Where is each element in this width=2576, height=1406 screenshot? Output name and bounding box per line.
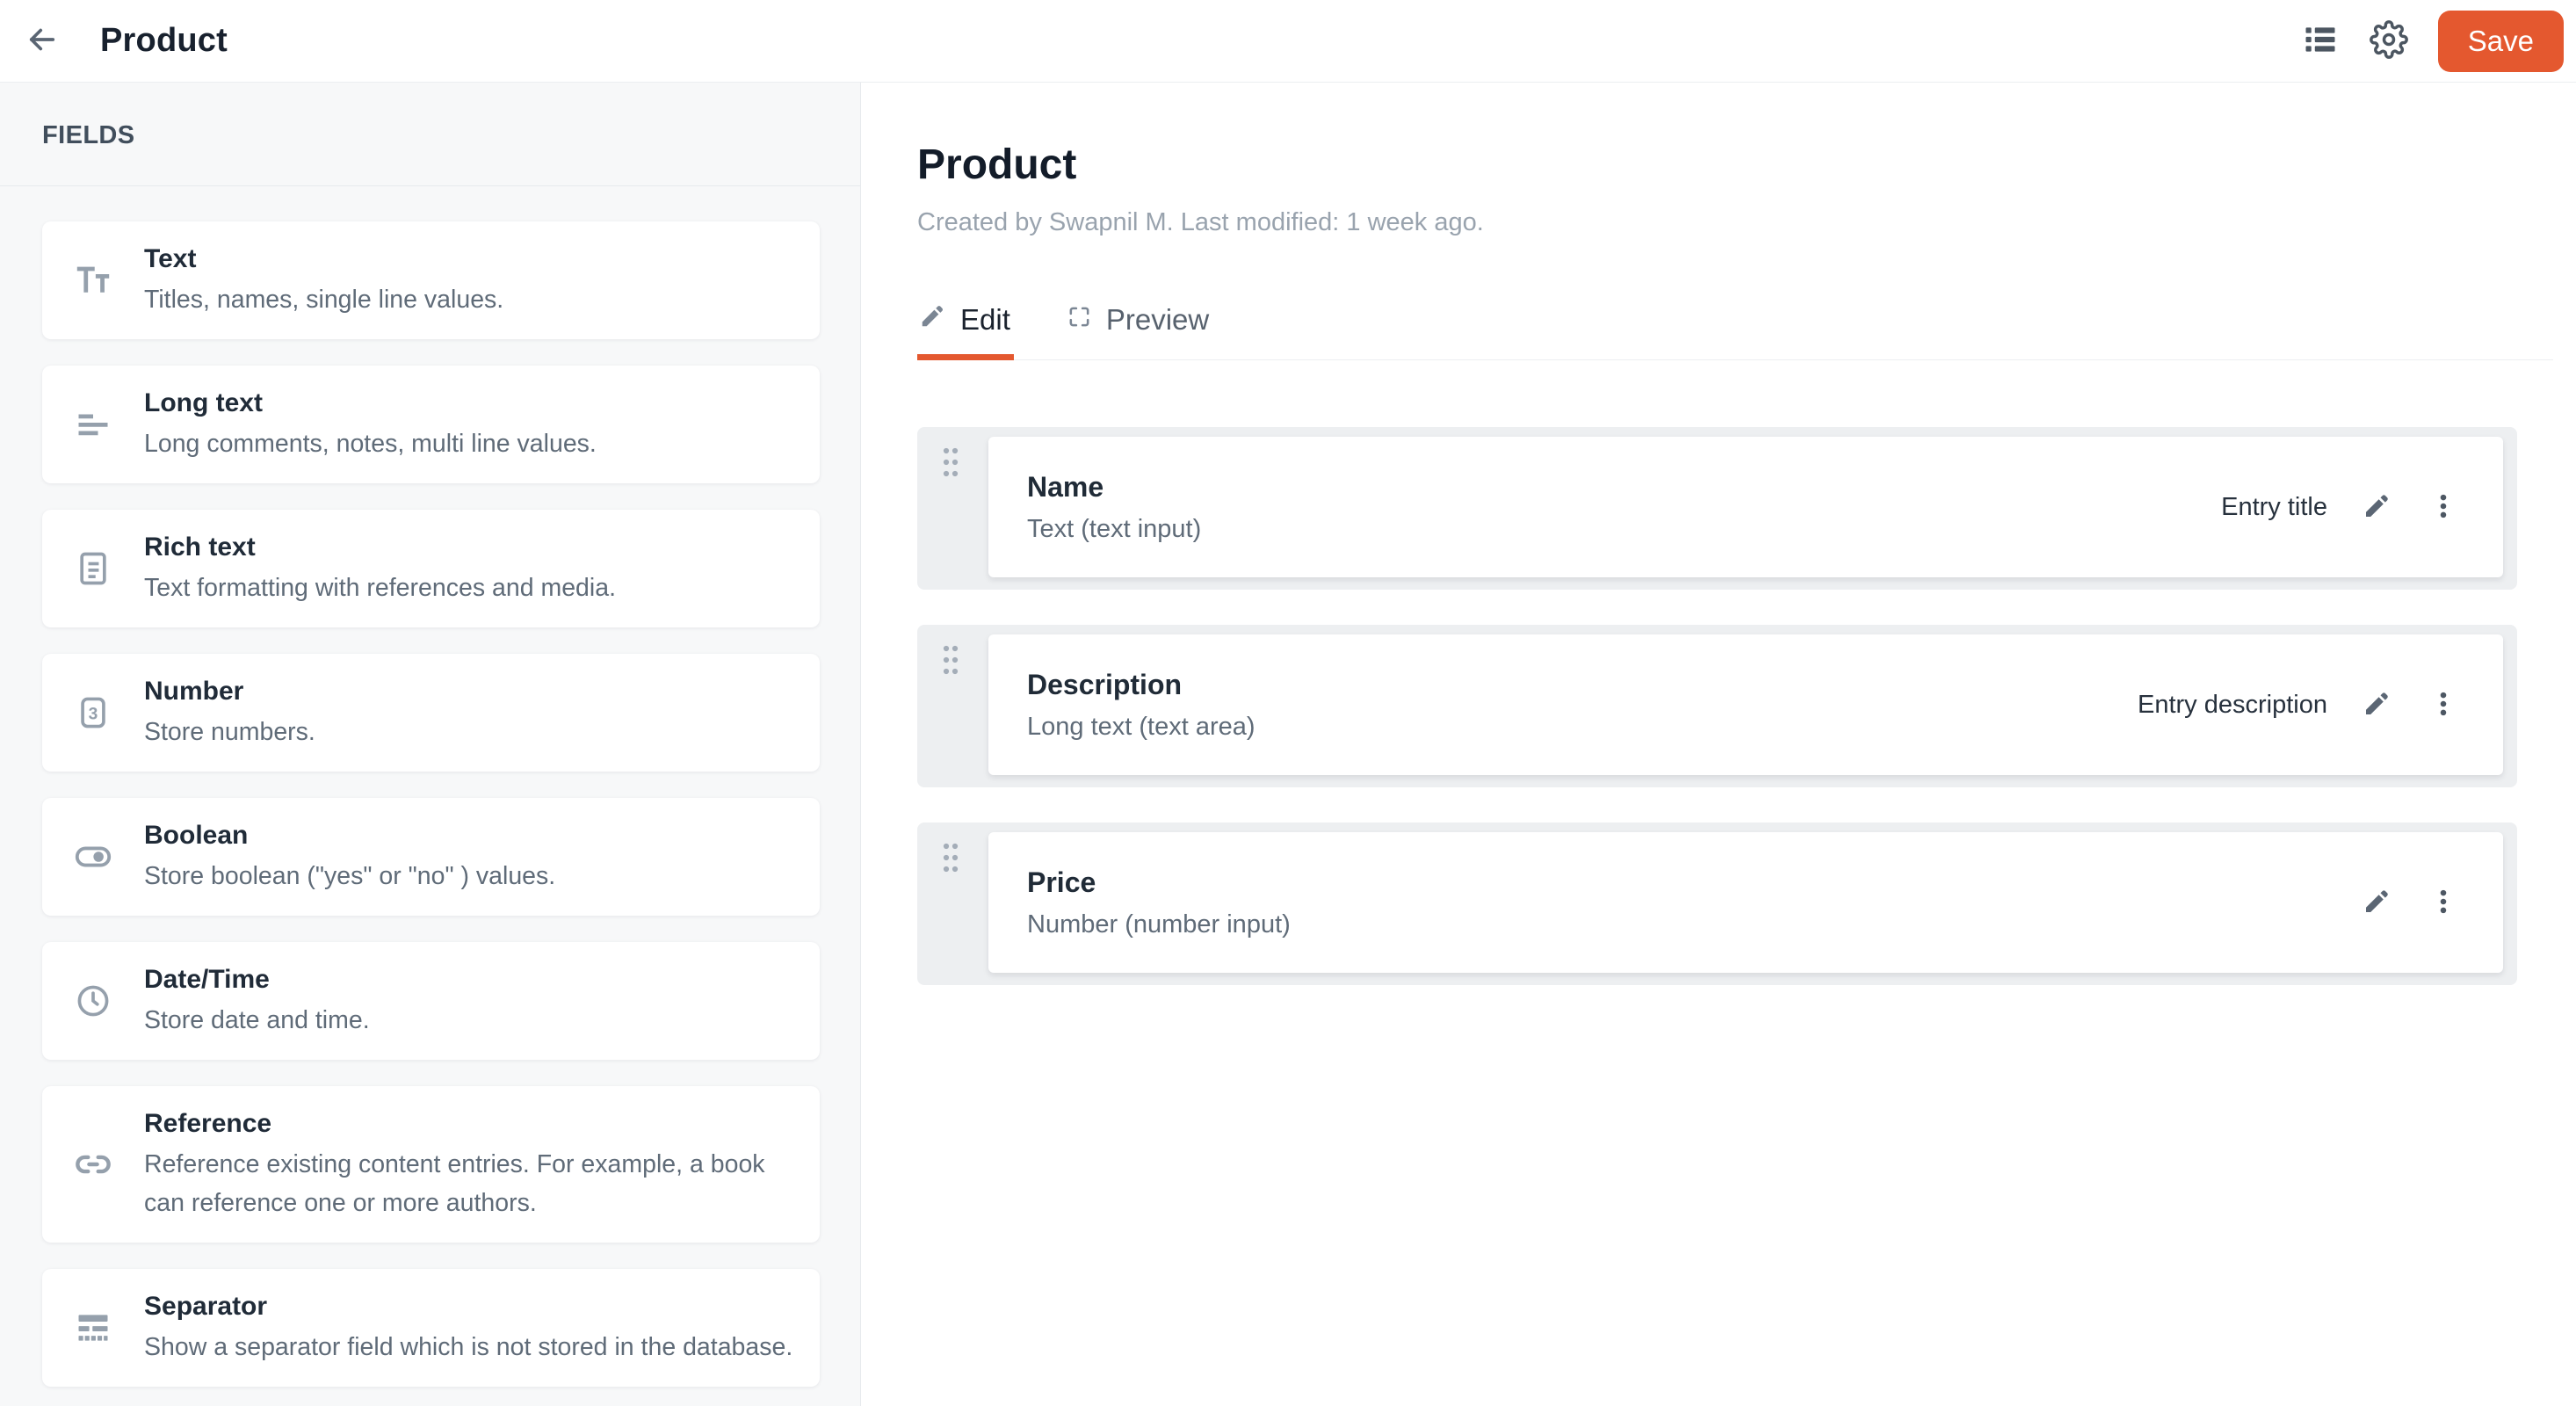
sidebar-item-text[interactable]: Text Titles, names, single line values. bbox=[42, 221, 820, 339]
sidebar-item-number[interactable]: 3 Number Store numbers. bbox=[42, 654, 820, 772]
fields-panel: FIELDS Text Titles, names, single line v… bbox=[0, 83, 861, 1406]
long-text-icon bbox=[42, 405, 144, 444]
field-type-description: Reference existing content entries. For … bbox=[144, 1150, 765, 1217]
sidebar-item-rich-text[interactable]: Rich text Text formatting with reference… bbox=[42, 510, 820, 627]
field-badge: Entry description bbox=[2138, 690, 2327, 719]
text-field-icon bbox=[42, 260, 144, 301]
field-type: Text (text input) bbox=[1027, 514, 1202, 543]
field-name: Price bbox=[1027, 866, 1096, 898]
field-type-label: Text bbox=[144, 244, 197, 273]
list-icon bbox=[2301, 20, 2340, 62]
field-badge: Entry title bbox=[2221, 492, 2327, 521]
tab-preview[interactable]: Preview bbox=[1065, 302, 1212, 359]
separator-icon bbox=[42, 1308, 144, 1347]
field-type-description: Titles, names, single line values. bbox=[144, 286, 504, 314]
field-type-description: Store date and time. bbox=[144, 1006, 370, 1034]
rich-text-icon bbox=[42, 549, 144, 588]
field-name: Description bbox=[1027, 668, 1183, 700]
field-type-description: Store boolean ("yes" or "no" ) values. bbox=[144, 862, 556, 890]
drag-handle-icon[interactable] bbox=[940, 446, 961, 483]
sidebar-item-separator[interactable]: Separator Show a separator field which i… bbox=[42, 1269, 820, 1387]
tab-label: Preview bbox=[1105, 302, 1210, 336]
field-type-label: Boolean bbox=[144, 821, 249, 850]
field-type-description: Show a separator field which is not stor… bbox=[144, 1333, 793, 1361]
field-row-price: Price Number (number input) bbox=[917, 823, 2517, 985]
topbar: Product Save bbox=[0, 0, 2576, 83]
clock-icon bbox=[42, 982, 144, 1020]
maximize-icon bbox=[1067, 303, 1092, 337]
field-type-list: Text Titles, names, single line values. … bbox=[0, 186, 860, 1406]
kebab-icon bbox=[2428, 491, 2458, 524]
list-view-button[interactable] bbox=[2301, 22, 2340, 61]
field-type: Number (number input) bbox=[1027, 910, 1291, 939]
drag-handle-icon[interactable] bbox=[940, 841, 961, 879]
field-menu-button[interactable] bbox=[2426, 885, 2461, 920]
field-type-label: Date/Time bbox=[144, 965, 270, 994]
drag-handle-icon[interactable] bbox=[940, 643, 961, 681]
edit-field-button[interactable] bbox=[2359, 885, 2394, 920]
back-button[interactable] bbox=[23, 22, 62, 61]
field-type-label: Separator bbox=[144, 1292, 268, 1321]
field-menu-button[interactable] bbox=[2426, 687, 2461, 722]
field-name: Name bbox=[1027, 470, 1104, 503]
field-card: Description Long text (text area) Entry … bbox=[988, 634, 2503, 775]
link-icon bbox=[42, 1144, 144, 1185]
arrow-left-icon bbox=[24, 21, 61, 61]
field-list: Name Text (text input) Entry title Descr… bbox=[917, 427, 2553, 985]
sidebar-item-reference[interactable]: Reference Reference existing content ent… bbox=[42, 1086, 820, 1243]
sidebar-item-boolean[interactable]: Boolean Store boolean ("yes" or "no" ) v… bbox=[42, 798, 820, 916]
save-button[interactable]: Save bbox=[2437, 10, 2564, 72]
sidebar-item-long-text[interactable]: Long text Long comments, notes, multi li… bbox=[42, 366, 820, 483]
edit-field-button[interactable] bbox=[2359, 687, 2394, 722]
sidebar-item-datetime[interactable]: Date/Time Store date and time. bbox=[42, 942, 820, 1060]
field-row-description: Description Long text (text area) Entry … bbox=[917, 625, 2517, 787]
tab-bar: Edit Preview bbox=[917, 302, 2553, 360]
field-type-label: Number bbox=[144, 677, 244, 706]
page-title: Product bbox=[917, 141, 1077, 188]
field-menu-button[interactable] bbox=[2426, 489, 2461, 525]
tab-edit[interactable]: Edit bbox=[917, 302, 1014, 360]
field-type-description: Text formatting with references and medi… bbox=[144, 574, 617, 602]
field-type: Long text (text area) bbox=[1027, 712, 1255, 741]
field-card: Name Text (text input) Entry title bbox=[988, 437, 2503, 577]
edit-field-button[interactable] bbox=[2359, 489, 2394, 525]
kebab-icon bbox=[2428, 689, 2458, 721]
svg-text:3: 3 bbox=[89, 705, 98, 723]
number-icon: 3 bbox=[42, 693, 144, 732]
field-card: Price Number (number input) bbox=[988, 832, 2503, 973]
fields-panel-header: FIELDS bbox=[0, 83, 860, 186]
kebab-icon bbox=[2428, 887, 2458, 919]
pencil-icon bbox=[2363, 689, 2391, 721]
field-type-description: Long comments, notes, multi line values. bbox=[144, 430, 597, 458]
field-row-name: Name Text (text input) Entry title bbox=[917, 427, 2517, 590]
schema-editor: Product Created by Swapnil M. Last modif… bbox=[861, 83, 2576, 1406]
pencil-icon bbox=[2363, 887, 2391, 918]
pencil-icon bbox=[2363, 491, 2391, 523]
app-title: Product bbox=[100, 22, 228, 59]
settings-button[interactable] bbox=[2369, 20, 2408, 62]
tab-label: Edit bbox=[960, 302, 1010, 336]
field-type-description: Store numbers. bbox=[144, 718, 315, 746]
boolean-toggle-icon bbox=[42, 837, 144, 877]
gear-icon bbox=[2369, 20, 2408, 62]
field-type-label: Rich text bbox=[144, 533, 256, 562]
field-type-label: Reference bbox=[144, 1109, 272, 1138]
page-meta: Created by Swapnil M. Last modified: 1 w… bbox=[917, 208, 1484, 236]
field-type-label: Long text bbox=[144, 388, 263, 417]
pencil-icon bbox=[919, 302, 946, 337]
